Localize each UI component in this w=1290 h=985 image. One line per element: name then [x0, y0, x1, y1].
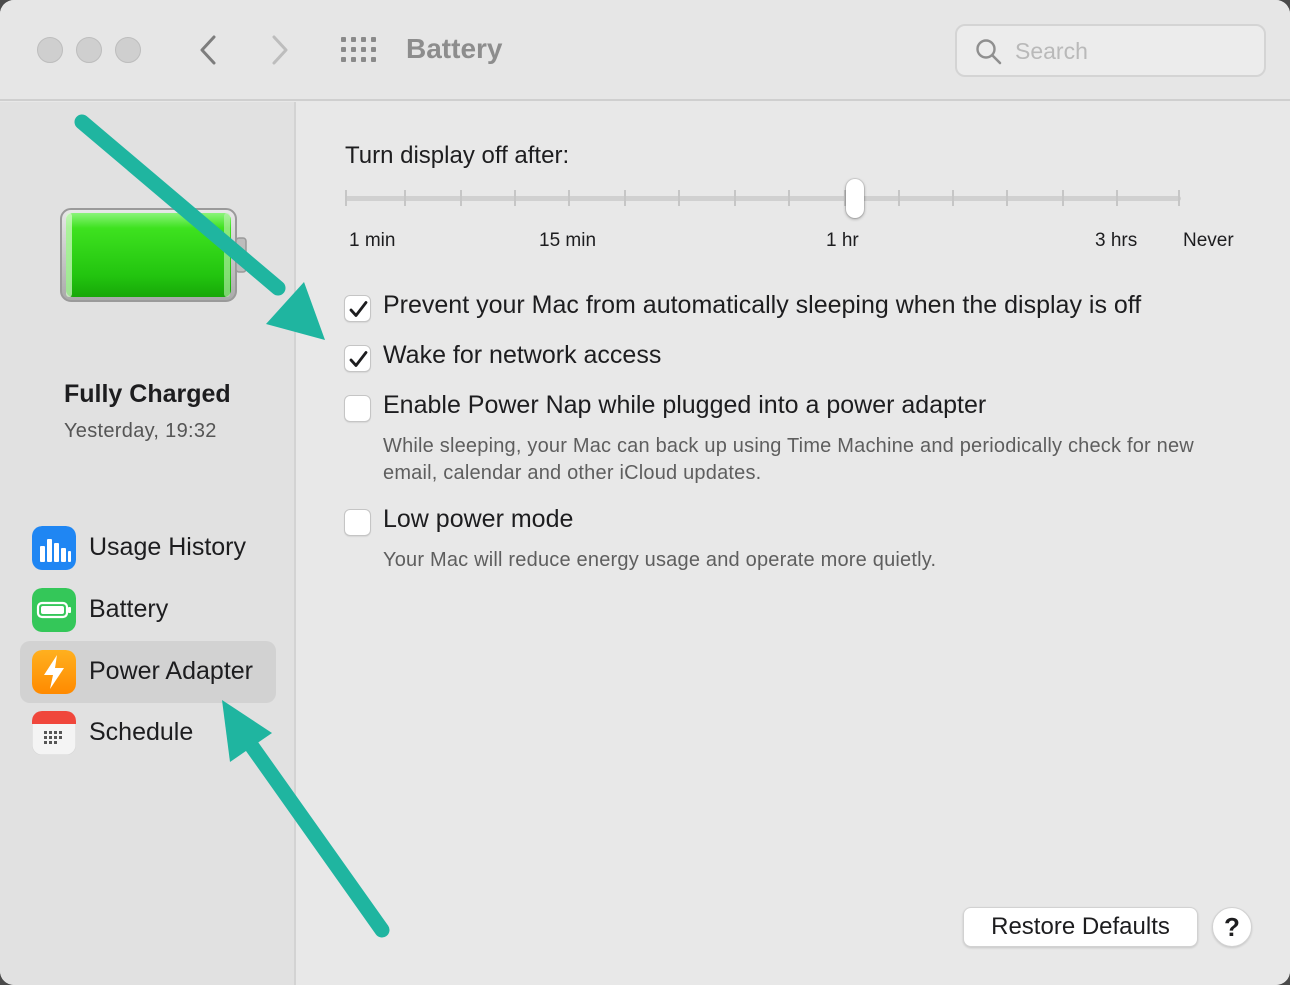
- option-label: Prevent your Mac from automatically slee…: [383, 291, 1142, 319]
- bar-chart-icon: [32, 526, 76, 570]
- minimize-window-button[interactable]: [76, 37, 102, 63]
- slider-tick: [568, 190, 570, 206]
- display-off-label: Turn display off after:: [345, 142, 570, 169]
- restore-defaults-button[interactable]: Restore Defaults: [963, 907, 1198, 947]
- close-window-button[interactable]: [37, 37, 63, 63]
- checkmark-icon: [349, 301, 368, 317]
- sidebar-item-schedule[interactable]: Schedule: [20, 702, 276, 764]
- charge-status: Fully Charged: [64, 380, 231, 408]
- help-button[interactable]: ?: [1212, 907, 1252, 947]
- sidebar-item-label: Schedule: [89, 718, 194, 746]
- tick-label: 1 hr: [826, 230, 859, 251]
- chevron-right-icon: [272, 35, 288, 65]
- slider-tick: [1006, 190, 1008, 206]
- back-button[interactable]: [188, 30, 228, 70]
- slider-tick: [1116, 190, 1118, 206]
- option-description: While sleeping, your Mac can back up usi…: [383, 435, 1194, 484]
- calendar-icon: [32, 711, 76, 755]
- tick-label: 3 hrs: [1095, 230, 1138, 251]
- battery-icon: [32, 588, 76, 632]
- sidebar-item-battery[interactable]: Battery: [20, 579, 276, 641]
- search-input[interactable]: [1015, 36, 1255, 66]
- zoom-window-button[interactable]: [115, 37, 141, 63]
- prevent-sleep-checkbox[interactable]: [344, 295, 371, 322]
- show-all-button[interactable]: [338, 34, 378, 66]
- tick-label: 1 min: [349, 230, 396, 251]
- slider-tick: [345, 190, 347, 206]
- sidebar-item-usage-history[interactable]: Usage History: [20, 517, 276, 579]
- checkmark-icon: [349, 351, 368, 367]
- slider-tick: [1178, 190, 1180, 206]
- system-preferences-window: Battery Search Fully Charged Yesterday, …: [0, 0, 1290, 985]
- charge-timestamp: Yesterday, 19:32: [64, 420, 217, 442]
- slider-tick: [460, 190, 462, 206]
- settings-panel: Turn display off after: 1 min 15 min 1 h…: [298, 102, 1290, 985]
- slider-tick: [952, 190, 954, 206]
- slider-track[interactable]: [345, 196, 1181, 201]
- window-title: Battery: [406, 33, 503, 64]
- option-description: Your Mac will reduce energy usage and op…: [383, 549, 937, 571]
- sidebar-item-label: Power Adapter: [89, 657, 253, 685]
- chevron-left-icon: [200, 35, 216, 65]
- sidebar-item-label: Usage History: [89, 533, 246, 561]
- sidebar: Fully Charged Yesterday, 19:32 Usage His…: [0, 102, 296, 985]
- power-nap-checkbox[interactable]: [344, 395, 371, 422]
- slider-tick: [734, 190, 736, 206]
- tick-label: Never: [1183, 230, 1234, 251]
- battery-status-icon: [60, 208, 247, 302]
- lightning-bolt-icon: [32, 650, 76, 694]
- slider-tick: [898, 190, 900, 206]
- search-field[interactable]: [955, 24, 1266, 77]
- toolbar: Battery: [0, 0, 1290, 101]
- option-label: Wake for network access: [383, 341, 662, 369]
- tick-label: 15 min: [539, 230, 597, 251]
- option-label: Enable Power Nap while plugged into a po…: [383, 391, 987, 419]
- slider-tick: [678, 190, 680, 206]
- slider-tick: [788, 190, 790, 206]
- slider-tick: [404, 190, 406, 206]
- slider-knob[interactable]: [846, 179, 864, 218]
- option-label: Low power mode: [383, 505, 574, 533]
- slider-tick: [1062, 190, 1064, 206]
- wake-network-checkbox[interactable]: [344, 345, 371, 372]
- slider-tick: [514, 190, 516, 206]
- sidebar-item-power-adapter[interactable]: Power Adapter: [20, 641, 276, 703]
- search-icon: [976, 39, 1002, 65]
- forward-button[interactable]: [260, 30, 300, 70]
- slider-tick: [624, 190, 626, 206]
- low-power-checkbox[interactable]: [344, 509, 371, 536]
- sidebar-item-label: Battery: [89, 595, 169, 623]
